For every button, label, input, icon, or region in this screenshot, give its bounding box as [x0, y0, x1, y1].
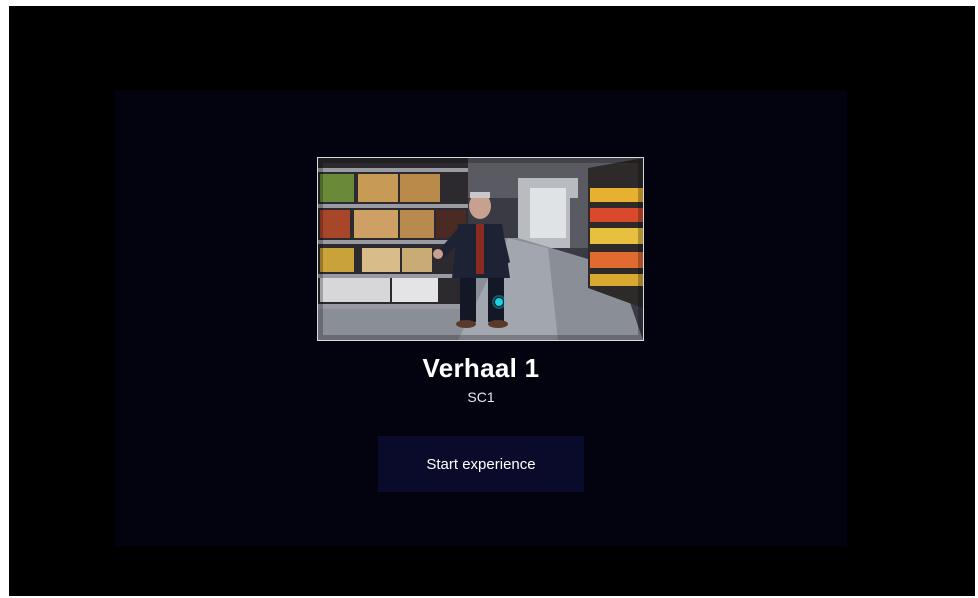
hotspot-marker-icon — [495, 298, 503, 306]
experience-subtitle: SC1 — [467, 389, 495, 405]
supermarket-scene-image — [318, 158, 643, 340]
experience-thumbnail[interactable] — [317, 157, 644, 341]
experience-title: Verhaal 1 — [422, 353, 540, 383]
experience-card: Verhaal 1 SC1 Start experience — [115, 90, 847, 546]
app-viewport: Verhaal 1 SC1 Start experience — [9, 6, 975, 596]
start-experience-button[interactable]: Start experience — [378, 436, 584, 492]
